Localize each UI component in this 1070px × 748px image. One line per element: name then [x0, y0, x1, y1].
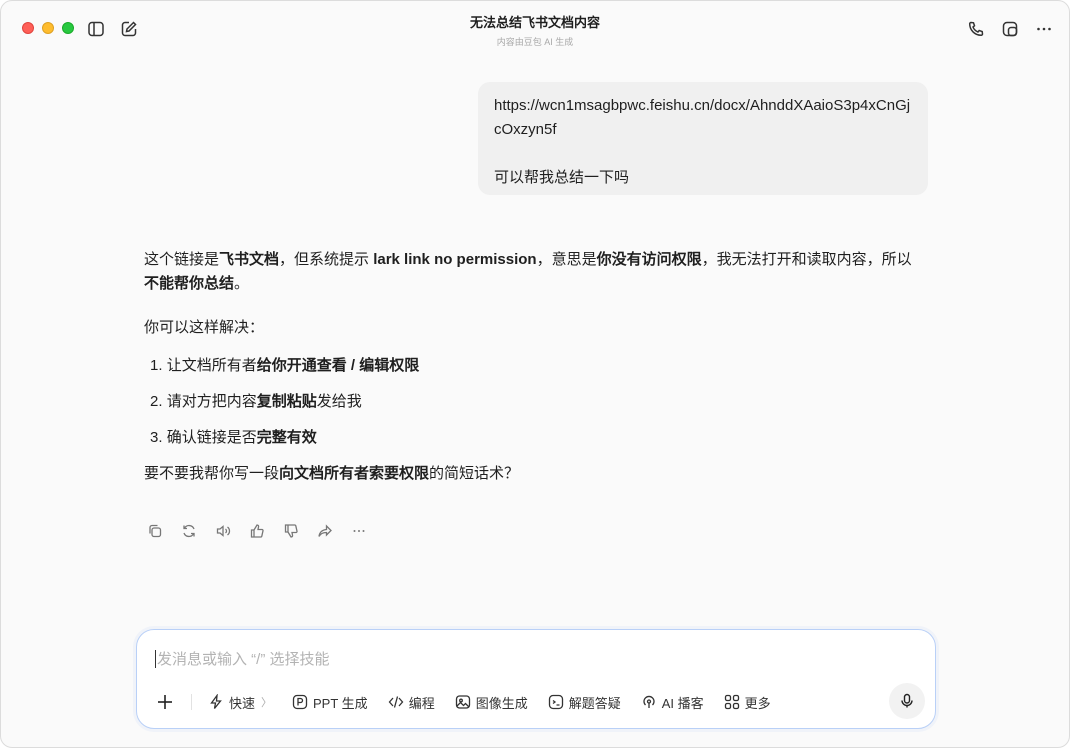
reply-text: ，我无法打开和读取内容，所以: [701, 251, 912, 268]
reply-text: 的简短话术？: [429, 465, 520, 482]
assistant-reply: 这个链接是飞书文档，但系统提示 lark link no permission，…: [144, 248, 914, 486]
reply-text: 确认链接是否: [166, 429, 257, 446]
list-number: 1.: [150, 357, 163, 374]
app-window: 无法总结飞书文档内容 内容由豆包 AI 生成 https://wcn1msagb…: [0, 0, 1070, 748]
more-tools-label: 更多: [744, 695, 771, 711]
title-bar: 无法总结飞书文档内容 内容由豆包 AI 生成: [1, 1, 1069, 57]
message-composer[interactable]: 发消息或输入 “/” 选择技能 快速〉 PPT 生成 编程 图像生成 解题答疑 …: [136, 629, 936, 729]
code-icon: [388, 696, 404, 708]
solve-icon: [548, 694, 563, 710]
composer-toolbar: 快速〉 PPT 生成 编程 图像生成 解题答疑 AI 播客 更多: [155, 686, 791, 718]
reply-bold: 给你开通查看 / 编辑权限: [256, 357, 420, 374]
solution-list: 1. 让文档所有者给你开通查看 / 编辑权限 2. 请对方把内容复制粘贴发给我 …: [144, 354, 914, 450]
podcast-icon: [643, 695, 655, 708]
image-icon: [455, 695, 470, 709]
grid-icon: [724, 694, 739, 710]
phone-icon[interactable]: [966, 19, 986, 39]
like-icon[interactable]: [248, 522, 266, 540]
voice-input-button[interactable]: [889, 683, 925, 719]
quick-mode-button[interactable]: 快速〉: [208, 693, 272, 712]
reply-text: 这个链接是: [144, 251, 220, 268]
more-icon[interactable]: [1034, 19, 1054, 39]
reply-followup: 要不要我帮你写一段向文档所有者索要权限的简短话术？: [144, 462, 914, 486]
reply-text: 让文档所有者: [166, 357, 257, 374]
reply-text: 请对方把内容: [166, 393, 257, 410]
reply-bold: 你没有访问权限: [596, 251, 702, 268]
ai-generated-note: 内容由豆包 AI 生成: [496, 37, 574, 47]
floating-window-icon[interactable]: [1000, 19, 1020, 39]
ai-podcast-button[interactable]: AI 播客: [641, 693, 704, 712]
more-tools-button[interactable]: 更多: [724, 693, 771, 712]
reply-text: 。: [234, 275, 250, 292]
user-message-link[interactable]: https://wcn1msagbpwc.feishu.cn/docx/Ahnd…: [494, 94, 912, 142]
image-generate-button[interactable]: 图像生成: [455, 693, 528, 712]
quick-mode-label: 快速: [229, 695, 256, 711]
chevron-right-icon: 〉: [261, 697, 273, 709]
reply-text: ，但系统提示: [279, 251, 374, 268]
page-title: 无法总结飞书文档内容: [469, 15, 600, 30]
toolbar-divider: [191, 694, 192, 710]
reply-bold: 飞书文档: [219, 251, 280, 268]
reply-text: 要不要我帮你写一段: [144, 465, 280, 482]
list-number: 2.: [150, 393, 163, 410]
copy-icon[interactable]: [146, 522, 164, 540]
reply-bold: 完整有效: [256, 429, 317, 446]
reply-bold: 复制粘贴: [256, 393, 317, 410]
coding-button[interactable]: 编程: [388, 693, 435, 712]
message-input[interactable]: 发消息或输入 “/” 选择技能: [157, 648, 330, 669]
list-item: 1. 让文档所有者给你开通查看 / 编辑权限: [150, 354, 914, 378]
title-area: 无法总结飞书文档内容 内容由豆包 AI 生成: [1, 12, 1069, 48]
dislike-icon[interactable]: [282, 522, 300, 540]
ai-podcast-label: AI 播客: [661, 695, 704, 711]
ppt-generate-label: PPT 生成: [313, 695, 368, 711]
lightning-icon: [210, 694, 222, 709]
reply-actions: [146, 522, 368, 540]
user-message: https://wcn1msagbpwc.feishu.cn/docx/Ahnd…: [478, 82, 928, 195]
list-item: 2. 请对方把内容复制粘贴发给我: [150, 390, 914, 414]
microphone-icon: [901, 693, 913, 708]
more-actions-icon[interactable]: [350, 522, 368, 540]
user-message-text: 可以帮我总结一下吗: [494, 169, 630, 186]
ppt-icon: [292, 694, 308, 710]
problem-solving-button[interactable]: 解题答疑: [548, 693, 621, 712]
share-icon[interactable]: [316, 522, 334, 540]
image-generate-label: 图像生成: [475, 695, 528, 711]
reply-intro: 这个链接是飞书文档，但系统提示 lark link no permission，…: [144, 248, 914, 296]
reply-bold: 不能帮你总结: [144, 275, 235, 292]
coding-label: 编程: [408, 695, 435, 711]
reply-bold: lark link no permission: [373, 251, 537, 268]
add-attachment-button[interactable]: [155, 692, 175, 712]
ppt-generate-button[interactable]: PPT 生成: [292, 693, 368, 712]
problem-solving-label: 解题答疑: [568, 695, 621, 711]
reply-solutions-heading: 你可以这样解决：: [144, 319, 265, 336]
list-item: 3. 确认链接是否完整有效: [150, 426, 914, 450]
reply-bold: 向文档所有者索要权限: [279, 465, 430, 482]
regenerate-icon[interactable]: [180, 522, 198, 540]
list-number: 3.: [150, 429, 163, 446]
read-aloud-icon[interactable]: [214, 522, 232, 540]
reply-text: 发给我: [316, 393, 362, 410]
reply-text: ，意思是: [536, 251, 597, 268]
text-caret: [155, 650, 156, 668]
